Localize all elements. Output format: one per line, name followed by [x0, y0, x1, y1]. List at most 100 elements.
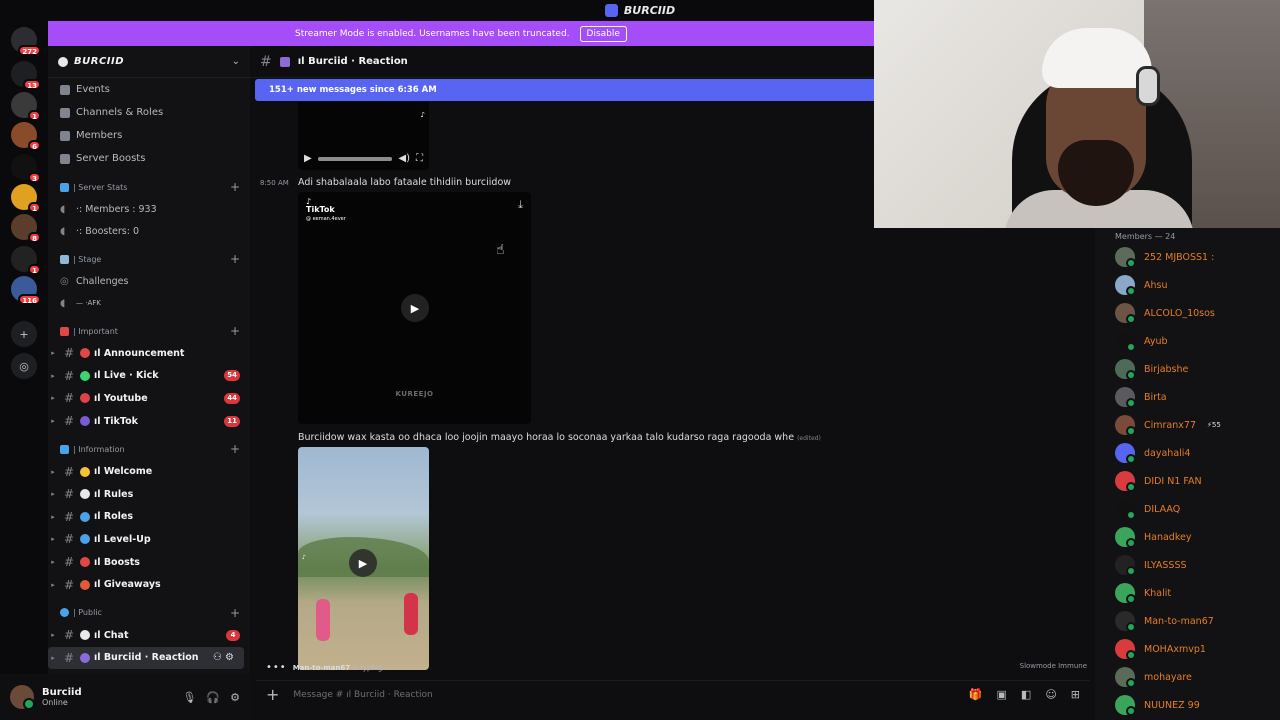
- channel-item[interactable]: ▸ # ıl TikTok 11: [48, 410, 250, 433]
- member-item[interactable]: Ayub: [1095, 327, 1280, 355]
- apps-icon[interactable]: ⊞: [1071, 688, 1080, 701]
- nav-events[interactable]: Events: [48, 78, 250, 101]
- member-item[interactable]: ALCOLO_10sos: [1095, 299, 1280, 327]
- volume-icon[interactable]: ◀): [398, 153, 410, 164]
- avatar: [1115, 387, 1136, 408]
- member-item[interactable]: Birta: [1095, 383, 1280, 411]
- video-embed[interactable]: ♪ ▶: [298, 447, 429, 670]
- video-thumbnail: [404, 593, 418, 635]
- server-icon[interactable]: 1: [11, 184, 41, 213]
- fullscreen-icon[interactable]: ⛶: [416, 153, 423, 164]
- channel-item[interactable]: ▸ # ıl Giveaways: [48, 573, 250, 596]
- member-item[interactable]: 252 MJBOSS1 :: [1095, 243, 1280, 271]
- server-icon[interactable]: 3: [11, 154, 41, 183]
- channel-label: ıl Rules: [94, 488, 134, 500]
- avatar: [1115, 527, 1136, 548]
- category-important[interactable]: | Important +: [48, 320, 250, 342]
- stat-boosters[interactable]: ◖ ·: Boosters: 0: [48, 220, 250, 242]
- member-item[interactable]: Birjabshe: [1095, 355, 1280, 383]
- nav-members[interactable]: Members: [48, 124, 250, 147]
- channel-item[interactable]: ▸ # ıl Youtube 44: [48, 387, 250, 410]
- member-item[interactable]: DILAAQ: [1095, 495, 1280, 523]
- member-item[interactable]: ILYASSSS: [1095, 551, 1280, 579]
- chevron-right-icon: ▸: [51, 580, 55, 589]
- avatar[interactable]: [10, 685, 35, 710]
- channel-afk[interactable]: ◖ — ·AFK: [48, 292, 250, 314]
- add-channel-icon[interactable]: +: [230, 606, 240, 620]
- gear-icon[interactable]: ⚙: [225, 652, 234, 663]
- nav-channels-roles[interactable]: Channels & Roles: [48, 101, 250, 124]
- add-channel-icon[interactable]: +: [230, 252, 240, 266]
- gift-icon[interactable]: 🎁: [969, 688, 983, 701]
- nav-label: Events: [76, 84, 110, 95]
- member-item[interactable]: NUUNEZ 99: [1095, 691, 1280, 719]
- member-item[interactable]: Cimranx77 ⚡55: [1095, 411, 1280, 439]
- channel-item[interactable]: ▸ # ıl Rules: [48, 483, 250, 506]
- server-icon[interactable]: 116: [11, 276, 41, 305]
- add-channel-icon[interactable]: +: [230, 324, 240, 338]
- channel-item[interactable]: ▸ # ıl Announcement: [48, 342, 250, 365]
- category-stage[interactable]: | Stage +: [48, 248, 250, 270]
- volume-slider[interactable]: [317, 156, 393, 161]
- server-header[interactable]: BURCIID ⌄: [48, 46, 250, 78]
- chevron-down-icon[interactable]: ⌄: [232, 56, 240, 67]
- play-button[interactable]: ▶: [349, 549, 377, 577]
- server-icon[interactable]: 6: [11, 122, 41, 151]
- chevron-right-icon: ▸: [51, 490, 55, 499]
- sticker-icon[interactable]: ◧: [1021, 688, 1031, 701]
- channel-item[interactable]: ▸ # ıl Chat 4: [48, 624, 250, 647]
- server-icon[interactable]: 1: [11, 92, 41, 121]
- channel-title: ıl Burciid · Reaction: [297, 56, 408, 67]
- invite-icon[interactable]: ⚇: [213, 652, 222, 663]
- member-item[interactable]: MOHAxmvp1: [1095, 635, 1280, 663]
- member-item[interactable]: Khalit: [1095, 579, 1280, 607]
- server-icon[interactable]: 8: [11, 214, 41, 243]
- discover-icon[interactable]: ◎: [11, 353, 37, 379]
- gif-icon[interactable]: ▣: [997, 688, 1007, 701]
- channel-challenges[interactable]: ◎ Challenges: [48, 270, 250, 292]
- channel-item[interactable]: ▸ # ıl Boosts: [48, 551, 250, 574]
- category-server-stats[interactable]: | Server Stats +: [48, 176, 250, 198]
- member-name: Birjabshe: [1144, 363, 1189, 375]
- nav-label: Members: [76, 130, 123, 141]
- channel-item[interactable]: ▸ # ıl Burciid · Reaction ⚇ ⚙: [48, 646, 244, 670]
- channel-item[interactable]: ▸ # ıl Level-Up: [48, 528, 250, 551]
- tiktok-video-embed[interactable]: ♪ TikTok @ eeman.4ever ⤓ ▶ KUREEJO: [298, 192, 531, 424]
- download-icon[interactable]: ⤓: [518, 198, 523, 212]
- member-item[interactable]: Ahsu: [1095, 271, 1280, 299]
- add-server-icon[interactable]: +: [11, 321, 37, 347]
- channel-label: Challenges: [76, 275, 129, 287]
- stat-members[interactable]: ◖ ·: Members : 933: [48, 198, 250, 220]
- attach-plus-icon[interactable]: +: [266, 685, 279, 704]
- member-item[interactable]: Man-to-man67: [1095, 607, 1280, 635]
- microphone-icon[interactable]: 🎙: [182, 691, 196, 704]
- server-icon[interactable]: 13: [11, 61, 41, 90]
- headphones-icon[interactable]: 🎧: [206, 691, 220, 704]
- typing-indicator: ••• Man-to-man67 is typing...: [266, 662, 389, 673]
- member-item[interactable]: DIDI N1 FAN: [1095, 467, 1280, 495]
- notification-badge: 1: [28, 110, 41, 121]
- play-button[interactable]: ▶: [401, 294, 429, 322]
- server-icon[interactable]: 1: [11, 246, 41, 275]
- category-information[interactable]: | Information +: [48, 438, 250, 460]
- new-messages-bar[interactable]: 151+ new messages since 6:36 AM: [255, 79, 874, 101]
- add-channel-icon[interactable]: +: [230, 442, 240, 456]
- member-item[interactable]: Hanadkey: [1095, 523, 1280, 551]
- video-embed[interactable]: ♪ ▶ ◀) ⛶: [298, 102, 429, 170]
- channel-item[interactable]: ▸ # ıl Welcome: [48, 460, 250, 483]
- category-public[interactable]: | Public +: [48, 602, 250, 624]
- gear-icon[interactable]: ⚙: [230, 691, 240, 704]
- message-body: Burciidow wax kasta oo dhaca loo joojin …: [298, 432, 795, 443]
- member-item[interactable]: mohayare: [1095, 663, 1280, 691]
- user-info[interactable]: Burciid Online: [42, 687, 174, 708]
- disable-streamer-mode-button[interactable]: Disable: [579, 25, 627, 42]
- emoji-icon[interactable]: ☺: [1045, 688, 1056, 701]
- add-channel-icon[interactable]: +: [230, 180, 240, 194]
- nav-server-boosts[interactable]: Server Boosts: [48, 147, 250, 170]
- message-input[interactable]: Message # ıl Burciid · Reaction: [293, 690, 954, 700]
- member-item[interactable]: dayahali4: [1095, 439, 1280, 467]
- play-icon[interactable]: ▶: [304, 153, 312, 164]
- channel-item[interactable]: ▸ # ıl Roles: [48, 506, 250, 529]
- channel-item[interactable]: ▸ # ıl Live · Kick 54: [48, 365, 250, 388]
- server-icon[interactable]: 272: [11, 27, 41, 56]
